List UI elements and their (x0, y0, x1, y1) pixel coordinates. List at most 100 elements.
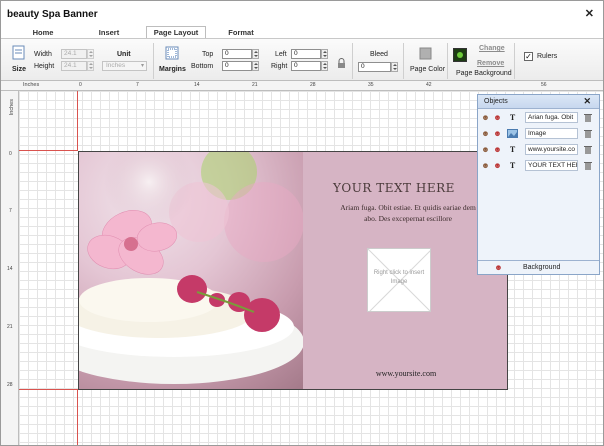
objects-panel: Objects ✕ ☻ ☻ T Arian fuga. Obit ☻ ☻ Ima… (477, 94, 600, 275)
page-guide-line (77, 91, 78, 151)
ruler-tick: 28 (7, 382, 13, 388)
background-row[interactable]: ☻ Background (478, 260, 599, 274)
lock-person-icon[interactable]: ☻ (494, 263, 503, 272)
ruler-tick: 7 (136, 82, 139, 88)
banner-headline[interactable]: YOUR TEXT HERE (333, 181, 455, 195)
ruler-tick: 56 (541, 82, 547, 88)
lock-person-icon[interactable]: ☻ (493, 145, 502, 154)
page-guide-line (19, 389, 78, 390)
objects-panel-title: Objects (484, 98, 508, 105)
trash-icon[interactable] (584, 145, 592, 154)
margin-top-input[interactable]: 0 (222, 49, 252, 59)
image-placeholder[interactable]: Right click to insert Image (367, 248, 431, 312)
margin-right-input[interactable]: 0 (291, 61, 321, 71)
app-window: beauty Spa Banner ✕ Home Insert Page Lay… (0, 0, 604, 446)
page-background-label: Page Background (456, 70, 512, 77)
ruler-tick: 28 (310, 82, 316, 88)
ruler-tick: 0 (9, 151, 12, 157)
person-icon[interactable]: ☻ (481, 113, 490, 122)
objects-panel-header: Objects ✕ (478, 95, 599, 109)
person-icon[interactable]: ☻ (481, 129, 490, 138)
page-guide-line (19, 150, 78, 151)
lock-person-icon[interactable]: ☻ (493, 161, 502, 170)
bottom-label: Bottom (191, 63, 214, 70)
divider (403, 43, 404, 79)
ruler-unit-label: Inches (9, 99, 15, 116)
trash-icon[interactable] (584, 129, 592, 138)
object-name-field[interactable]: Arian fuga. Obit (525, 112, 578, 123)
remove-background-link[interactable]: Remove (477, 60, 504, 67)
spa-photo-illustration (79, 152, 303, 384)
person-icon[interactable]: ☻ (481, 145, 490, 154)
object-row[interactable]: ☻ ☻ Image (478, 127, 599, 141)
unit-select[interactable]: Inches ▾ (102, 61, 147, 71)
object-row[interactable]: ☻ ☻ T YOUR TEXT HER (478, 159, 599, 173)
top-label: Top (202, 51, 214, 58)
bleed-input[interactable]: 0 (358, 62, 391, 72)
margin-left-input[interactable]: 0 (291, 49, 321, 59)
margin-top-spinner[interactable] (252, 49, 259, 59)
size-icon[interactable] (12, 45, 26, 60)
background-label: Background (523, 264, 561, 271)
person-icon[interactable]: ☻ (481, 161, 490, 170)
lock-person-icon[interactable]: ☻ (493, 129, 502, 138)
left-label: Left (275, 51, 287, 58)
margins-icon[interactable] (164, 45, 180, 61)
unit-label: Unit (117, 51, 131, 58)
width-input[interactable]: 24.1 (61, 49, 87, 59)
ruler-tick: 21 (7, 324, 13, 330)
bleed-label: Bleed (370, 51, 388, 58)
banner-url[interactable]: www.yoursite.com (303, 369, 507, 378)
margin-left-spinner[interactable] (321, 49, 328, 59)
page-background-icon[interactable] (453, 48, 467, 62)
trash-icon[interactable] (584, 161, 592, 170)
margin-bottom-spinner[interactable] (252, 61, 259, 71)
divider (447, 43, 448, 79)
ruler-tick: 0 (79, 82, 82, 88)
unit-value: Inches (106, 62, 126, 69)
ribbon-page-layout: Size Width Height 24.1 24.1 Unit Inches … (1, 38, 603, 81)
spa-photo[interactable] (79, 152, 303, 389)
horizontal-ruler: Inches 0 7 14 21 28 35 42 56 (1, 81, 603, 91)
text-icon: T (509, 145, 516, 154)
width-spinner[interactable] (87, 49, 94, 59)
page-color-label[interactable]: Page Color (410, 66, 445, 73)
change-background-link[interactable]: Change (479, 45, 505, 52)
lock-icon[interactable] (337, 58, 346, 69)
ruler-tick: 7 (9, 208, 12, 214)
chevron-down-icon: ▾ (140, 63, 144, 69)
object-name-field[interactable]: www.yoursite.co (525, 144, 578, 155)
lock-person-icon[interactable]: ☻ (493, 113, 502, 122)
page-guide-line (77, 390, 78, 445)
ruler-unit-label: Inches (23, 82, 40, 88)
height-spinner[interactable] (87, 61, 94, 71)
ruler-tick: 21 (252, 82, 258, 88)
object-row[interactable]: ☻ ☻ T Arian fuga. Obit (478, 111, 599, 125)
window-title: beauty Spa Banner (7, 9, 98, 20)
ruler-tick: 35 (368, 82, 374, 88)
bleed-spinner[interactable] (391, 62, 398, 72)
margin-right-spinner[interactable] (321, 61, 328, 71)
trash-icon[interactable] (584, 113, 592, 122)
height-input[interactable]: 24.1 (61, 61, 87, 71)
text-icon: T (509, 161, 516, 170)
object-name-field[interactable]: YOUR TEXT HER (525, 160, 578, 171)
window-close-icon[interactable]: ✕ (585, 7, 594, 20)
text-icon: T (509, 113, 516, 122)
ruler-tick: 14 (194, 82, 200, 88)
margin-bottom-input[interactable]: 0 (222, 61, 252, 71)
object-name-field[interactable]: Image (525, 128, 578, 139)
height-label: Height (34, 63, 55, 70)
object-row[interactable]: ☻ ☻ T www.yoursite.co (478, 143, 599, 157)
width-label: Width (34, 51, 52, 58)
size-label: Size (12, 66, 27, 73)
rulers-checkbox[interactable]: ✓ (524, 52, 533, 61)
page-color-icon[interactable] (419, 47, 432, 60)
title-bar: beauty Spa Banner ✕ (1, 1, 603, 25)
banner-body-text[interactable]: Ariam fuga. Obit estiae. Et quidis earia… (333, 202, 483, 224)
objects-panel-close-icon[interactable]: ✕ (583, 96, 591, 107)
image-icon (507, 129, 518, 138)
ruler-tick: 14 (7, 266, 13, 272)
right-label: Right (271, 63, 288, 70)
banner-page[interactable]: YOUR TEXT HERE Ariam fuga. Obit estiae. … (78, 151, 508, 390)
